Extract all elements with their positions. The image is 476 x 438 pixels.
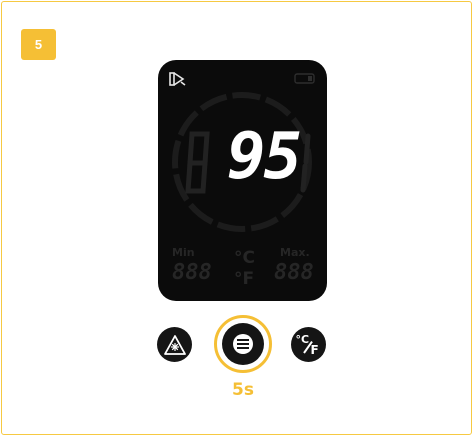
temperature-reading: 95 bbox=[227, 120, 302, 194]
max-value: 888 bbox=[274, 260, 314, 285]
unit-toggle-button[interactable]: °C F bbox=[291, 327, 326, 362]
celsius-fahrenheit-icon: °C F bbox=[295, 332, 319, 357]
max-label: Max. bbox=[280, 246, 310, 259]
menu-icon bbox=[237, 339, 249, 349]
thermometer-display: 95 Min Max. °C °F 888 888 bbox=[158, 60, 327, 301]
hold-duration-label: 5s bbox=[232, 380, 254, 400]
unit-c-label: °C bbox=[234, 248, 255, 268]
laser-icon bbox=[163, 334, 186, 355]
step-badge: 5 bbox=[21, 29, 56, 60]
instruction-card: 5 95 Min Max. °C °F 888 888 °C F 5s bbox=[1, 1, 472, 435]
unit-f-label: °F bbox=[234, 269, 255, 289]
ghost-digit bbox=[185, 131, 210, 194]
speaker-icon bbox=[169, 72, 186, 86]
menu-button-highlight bbox=[214, 315, 272, 373]
laser-button[interactable] bbox=[157, 327, 192, 362]
menu-button[interactable] bbox=[222, 323, 264, 365]
min-label: Min bbox=[172, 246, 195, 259]
min-value: 888 bbox=[172, 260, 212, 285]
battery-icon bbox=[294, 73, 315, 84]
